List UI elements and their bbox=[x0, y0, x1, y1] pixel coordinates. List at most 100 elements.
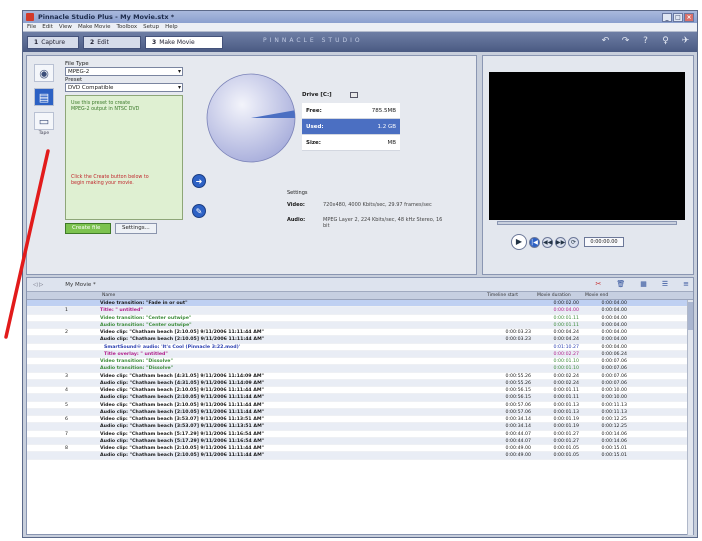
menu-file[interactable]: File bbox=[27, 24, 36, 30]
list-item[interactable]: Video transition: "Fade in or out" 0:00:0… bbox=[27, 300, 693, 308]
list-item[interactable]: 2 Video clip: "Chatham beach [2:10.05] 9/… bbox=[27, 329, 693, 337]
cell-dur: 0:00:02.24 bbox=[553, 380, 579, 386]
tab-make-movie[interactable]: 3 Make Movie bbox=[145, 35, 223, 49]
option-icon[interactable]: ✎ bbox=[192, 204, 206, 218]
file-options: File Type MPEG-2 Preset DVD Compatible U… bbox=[65, 60, 183, 234]
list-item[interactable]: SmartSound® audio: 'It's Cool (Pinnacle … bbox=[27, 344, 693, 351]
drive-title: Drive [C:] bbox=[302, 92, 332, 98]
minimize-button[interactable]: _ bbox=[662, 12, 672, 22]
cell-num: 2 bbox=[65, 330, 68, 335]
menu-edit[interactable]: Edit bbox=[42, 24, 53, 30]
cell-end: 0:00:04.00 bbox=[601, 330, 627, 335]
timeline-view-icon[interactable]: ☰ bbox=[662, 280, 668, 288]
list-item[interactable]: 4 Video clip: "Chatham beach [2:10.05] 9/… bbox=[27, 387, 693, 395]
cell-dur: 0:00:01.05 bbox=[553, 446, 579, 451]
list-item[interactable]: 1 Title: " untitled" 0:00:04.00 0:00:04.00 bbox=[27, 307, 693, 315]
cell-dur: 0:00:04.24 bbox=[553, 337, 579, 343]
settings-button[interactable]: Settings... bbox=[115, 223, 157, 234]
tab-capture[interactable]: 1 Capture bbox=[27, 35, 79, 49]
list-item[interactable]: Video transition: "Dissolve" 0:00:01.10 0:… bbox=[27, 358, 693, 366]
menu-make-movie[interactable]: Make Movie bbox=[78, 24, 111, 30]
list-item[interactable]: Title overlay: " untitled" 0:00:02.27 0:00… bbox=[27, 350, 693, 358]
trash-icon[interactable]: 🗑 bbox=[616, 280, 625, 288]
tips-icon[interactable]: ♀ bbox=[660, 36, 671, 47]
cell-num bbox=[27, 380, 100, 386]
disc-icon[interactable]: ◉ bbox=[34, 64, 54, 82]
fast-forward-button[interactable]: ▶▶ bbox=[555, 236, 566, 248]
cell-dur: 0:00:04.00 bbox=[553, 308, 579, 314]
list-item[interactable]: 5 Video clip: "Chatham beach [2:10.05] 9/… bbox=[27, 402, 693, 409]
col-end[interactable]: Movie end bbox=[583, 292, 631, 299]
cell-name: Video clip: "Chatham beach [2:10.05] 9/1… bbox=[100, 446, 264, 451]
list-item[interactable]: Audio clip: "Chatham beach [5:17.29] 9/1… bbox=[27, 437, 693, 445]
rewind-button[interactable]: ◀◀ bbox=[542, 236, 553, 248]
col-duration[interactable]: Movie duration bbox=[535, 292, 583, 299]
menu-toolbox[interactable]: Toolbox bbox=[116, 24, 137, 30]
cell-num: 1 bbox=[65, 308, 68, 314]
menu-view[interactable]: View bbox=[59, 24, 72, 30]
help-icon[interactable]: ? bbox=[640, 36, 651, 47]
cell-start: 0:00:44.07 bbox=[505, 438, 531, 444]
cell-end: 0:00:04.00 bbox=[601, 315, 627, 321]
file-type-select[interactable]: MPEG-2 bbox=[65, 67, 183, 76]
list-scrollbar[interactable] bbox=[687, 300, 693, 535]
preset-tip: Use this preset to create MPEG-2 output … bbox=[71, 101, 140, 112]
file-icon[interactable]: ▤ bbox=[34, 88, 54, 106]
list-item[interactable]: 8 Video clip: "Chatham beach [2:10.05] 9/… bbox=[27, 445, 693, 453]
tape-icon[interactable]: ▭ bbox=[34, 112, 54, 130]
audio-label: Audio: bbox=[287, 217, 306, 223]
storyboard-view-icon[interactable]: ▦ bbox=[640, 280, 647, 288]
cell-name: Audio clip: "Chatham beach [3:53.07] 9/1… bbox=[100, 424, 265, 430]
timecode-counter[interactable]: 0:00:00.00 bbox=[584, 237, 624, 247]
list-item[interactable]: Audio clip: "Chatham beach [2:10.05] 9/1… bbox=[27, 336, 693, 344]
output-icon[interactable]: ➜ bbox=[192, 174, 206, 188]
nav-arrows-icon[interactable]: ◁ ▷ bbox=[33, 282, 43, 288]
play-button[interactable]: ▶ bbox=[511, 234, 527, 250]
video-label: Video: bbox=[287, 202, 305, 208]
list-item[interactable]: 7 Video clip: "Chatham beach [5:17.29] 9/… bbox=[27, 431, 693, 438]
preset-select[interactable]: DVD Compatible bbox=[65, 83, 183, 92]
col-start[interactable]: Timeline start bbox=[485, 292, 535, 299]
scissors-icon[interactable]: ✂ bbox=[595, 280, 601, 288]
menu-help[interactable]: Help bbox=[165, 24, 178, 30]
cell-end: 0:00:07.06 bbox=[601, 373, 627, 379]
redo-icon[interactable]: ↷ bbox=[620, 36, 631, 47]
list-item[interactable]: Audio transition: "Dissolve" 0:00:01.10 0:… bbox=[27, 365, 693, 373]
scrubber[interactable] bbox=[497, 221, 677, 225]
list-item[interactable]: Audio clip: "Chatham beach [2:10.05] 9/1… bbox=[27, 394, 693, 402]
list-item[interactable]: Audio clip: "Chatham beach [3:53.07] 9/1… bbox=[27, 423, 693, 431]
cell-num bbox=[27, 351, 100, 357]
go-to-start-button[interactable]: |◀ bbox=[529, 236, 540, 248]
close-button[interactable]: × bbox=[684, 12, 694, 22]
maximize-button[interactable]: □ bbox=[673, 12, 683, 22]
loop-button[interactable]: ⟳ bbox=[568, 236, 579, 248]
studio-window: Pinnacle Studio Plus - My Movie.stx * _ … bbox=[22, 10, 698, 538]
trash-icon[interactable]: ✈ bbox=[680, 36, 691, 47]
video-settings: 720x480, 4000 Kbits/sec, 29.97 frames/se… bbox=[323, 202, 432, 208]
cell-name: Title: " untitled" bbox=[100, 308, 143, 314]
cell-name: SmartSound® audio: 'It's Cool (Pinnacle … bbox=[104, 344, 241, 350]
undo-icon[interactable]: ↶ bbox=[600, 36, 611, 47]
cell-end: 0:00:07.06 bbox=[601, 359, 627, 364]
drive-size-value: MB bbox=[387, 139, 396, 146]
cell-num bbox=[27, 438, 100, 444]
cell-dur: 0:00:01.19 bbox=[553, 424, 579, 430]
cell-start: 0:00:03.23 bbox=[505, 337, 531, 343]
cell-dur: 0:00:01.19 bbox=[553, 417, 579, 422]
list-item[interactable]: 3 Video clip: "Chatham beach [4:31.05] 9/… bbox=[27, 373, 693, 380]
scrollbar-thumb[interactable] bbox=[688, 302, 693, 330]
create-file-button[interactable]: Create file bbox=[65, 223, 111, 234]
list-item[interactable]: Audio transition: "Center outwipe" 0:00:0… bbox=[27, 321, 693, 329]
list-item[interactable]: 6 Video clip: "Chatham beach [3:53.07] 9/… bbox=[27, 416, 693, 424]
list-item[interactable]: Video transition: "Center outwipe" 0:00:0… bbox=[27, 315, 693, 322]
disk-usage-pie bbox=[206, 73, 296, 163]
col-name[interactable]: Name bbox=[100, 292, 485, 299]
list-item[interactable]: Audio clip: "Chatham beach [2:10.05] 9/1… bbox=[27, 452, 693, 460]
create-note: Click the Create button below to begin m… bbox=[71, 175, 149, 186]
cell-start bbox=[485, 322, 535, 328]
text-view-icon[interactable]: ≡ bbox=[683, 280, 689, 288]
list-item[interactable]: Audio clip: "Chatham beach [2:10.05] 9/1… bbox=[27, 408, 693, 416]
menu-setup[interactable]: Setup bbox=[143, 24, 159, 30]
tab-edit[interactable]: 2 Edit bbox=[83, 35, 141, 49]
list-item[interactable]: Audio clip: "Chatham beach [4:31.05] 9/1… bbox=[27, 379, 693, 387]
